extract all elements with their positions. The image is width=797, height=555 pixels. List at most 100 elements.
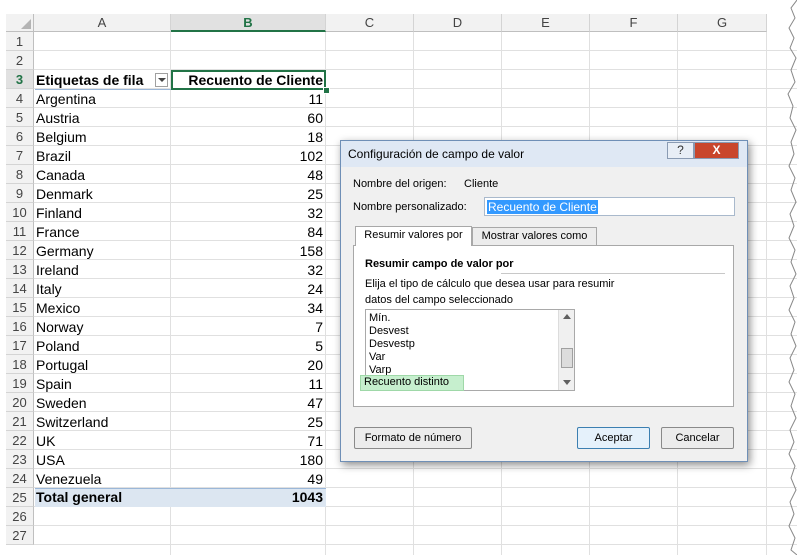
row-header[interactable]: 16 [6,317,34,336]
pivot-row-label[interactable]: Canada [36,166,170,185]
pivot-total-value[interactable]: 1043 [172,488,323,507]
row-header[interactable]: 3 [6,70,34,89]
pivot-row-value[interactable]: 34 [172,299,323,318]
ok-button[interactable]: Aceptar [577,427,650,449]
pivot-row-label[interactable]: Spain [36,375,170,394]
help-button[interactable]: ? [667,142,694,159]
pivot-row-label[interactable]: Ireland [36,261,170,280]
row-header[interactable]: 23 [6,450,34,469]
row-header[interactable]: 26 [6,507,34,526]
select-all-corner[interactable] [6,14,34,32]
pivot-row-value[interactable]: 25 [172,185,323,204]
pivot-row-label[interactable]: Mexico [36,299,170,318]
pivot-row-value[interactable]: 71 [172,432,323,451]
list-item[interactable]: Desvestp [369,338,415,351]
row-header[interactable]: 7 [6,146,34,165]
column-header-a[interactable]: A [34,14,171,32]
pivot-row-label[interactable]: Finland [36,204,170,223]
pivot-row-value[interactable]: 180 [172,451,323,470]
pivot-row-value[interactable]: 20 [172,356,323,375]
pivot-row-label[interactable]: Portugal [36,356,170,375]
pivot-row-label[interactable]: Denmark [36,185,170,204]
pivot-row-label[interactable]: USA [36,451,170,470]
pivot-row-value[interactable]: 102 [172,147,323,166]
row-header[interactable]: 4 [6,89,34,108]
tab-summarize-values-by[interactable]: Resumir valores por [355,226,472,246]
pivot-total-label[interactable]: Total general [36,488,170,507]
number-format-button[interactable]: Formato de número [354,427,472,449]
pivot-row-label[interactable]: Venezuela [36,470,170,489]
pivot-row-label[interactable]: Poland [36,337,170,356]
column-header-d[interactable]: D [414,14,502,32]
pivot-row-label[interactable]: Belgium [36,128,170,147]
row-header[interactable]: 19 [6,374,34,393]
custom-name-input[interactable]: Recuento de Cliente [484,197,735,216]
pivot-row-label[interactable]: Norway [36,318,170,337]
pivot-row-value[interactable]: 11 [172,90,323,109]
column-header-g[interactable]: G [678,14,767,32]
row-header[interactable]: 22 [6,431,34,450]
fill-handle[interactable] [323,87,330,94]
pivot-row-label[interactable]: Switzerland [36,413,170,432]
pivot-row-value[interactable]: 60 [172,109,323,128]
row-header[interactable]: 1 [6,32,34,51]
pivot-row-label[interactable]: Italy [36,280,170,299]
row-header[interactable]: 5 [6,108,34,127]
tab-show-values-as[interactable]: Mostrar valores como [472,227,597,246]
column-header-f[interactable]: F [590,14,678,32]
row-header[interactable]: 6 [6,127,34,146]
scroll-up-arrow-icon[interactable] [563,314,571,319]
section-title: Resumir campo de valor por [365,258,514,270]
list-item[interactable]: Var [369,351,385,364]
row-header[interactable]: 10 [6,203,34,222]
pivot-row-value[interactable]: 7 [172,318,323,337]
close-button[interactable]: X [694,142,739,159]
cancel-button[interactable]: Cancelar [661,427,734,449]
pivot-row-value[interactable]: 24 [172,280,323,299]
column-header-b[interactable]: B [171,14,326,32]
pivot-row-label[interactable]: UK [36,432,170,451]
pivot-row-value[interactable]: 5 [172,337,323,356]
pivot-row-value[interactable]: 84 [172,223,323,242]
column-header-c[interactable]: C [326,14,414,32]
pivot-row-labels-header[interactable]: Etiquetas de fila [36,71,170,90]
pivot-row-value[interactable]: 48 [172,166,323,185]
row-header[interactable]: 12 [6,241,34,260]
pivot-row-label[interactable]: Austria [36,109,170,128]
scroll-down-arrow-icon[interactable] [563,380,571,385]
row-header[interactable]: 27 [6,526,34,545]
column-header-e[interactable]: E [502,14,590,32]
row-header[interactable]: 18 [6,355,34,374]
list-scrollbar[interactable] [558,310,574,390]
pivot-row-value[interactable]: 25 [172,413,323,432]
row-header[interactable]: 13 [6,260,34,279]
pivot-row-label[interactable]: Sweden [36,394,170,413]
row-header[interactable]: 8 [6,165,34,184]
filter-dropdown-icon[interactable] [155,73,168,87]
pivot-row-value[interactable]: 158 [172,242,323,261]
pivot-row-value[interactable]: 47 [172,394,323,413]
row-header[interactable]: 24 [6,469,34,488]
row-header[interactable]: 17 [6,336,34,355]
row-header[interactable]: 21 [6,412,34,431]
list-item[interactable]: Mín. [369,312,390,325]
scroll-thumb[interactable] [561,348,573,368]
row-header[interactable]: 11 [6,222,34,241]
pivot-row-value[interactable]: 32 [172,261,323,280]
list-item-selected[interactable]: Recuento distinto [360,375,464,391]
pivot-row-label[interactable]: Brazil [36,147,170,166]
pivot-row-value[interactable]: 49 [172,470,323,489]
pivot-row-label[interactable]: Germany [36,242,170,261]
row-header[interactable]: 15 [6,298,34,317]
pivot-row-value[interactable]: 18 [172,128,323,147]
list-item[interactable]: Desvest [369,325,409,338]
row-header[interactable]: 14 [6,279,34,298]
pivot-row-label[interactable]: Argentina [36,90,170,109]
pivot-row-value[interactable]: 32 [172,204,323,223]
row-header[interactable]: 2 [6,51,34,70]
row-header[interactable]: 25 [6,488,34,507]
pivot-row-value[interactable]: 11 [172,375,323,394]
row-header[interactable]: 20 [6,393,34,412]
row-header[interactable]: 9 [6,184,34,203]
pivot-row-label[interactable]: France [36,223,170,242]
